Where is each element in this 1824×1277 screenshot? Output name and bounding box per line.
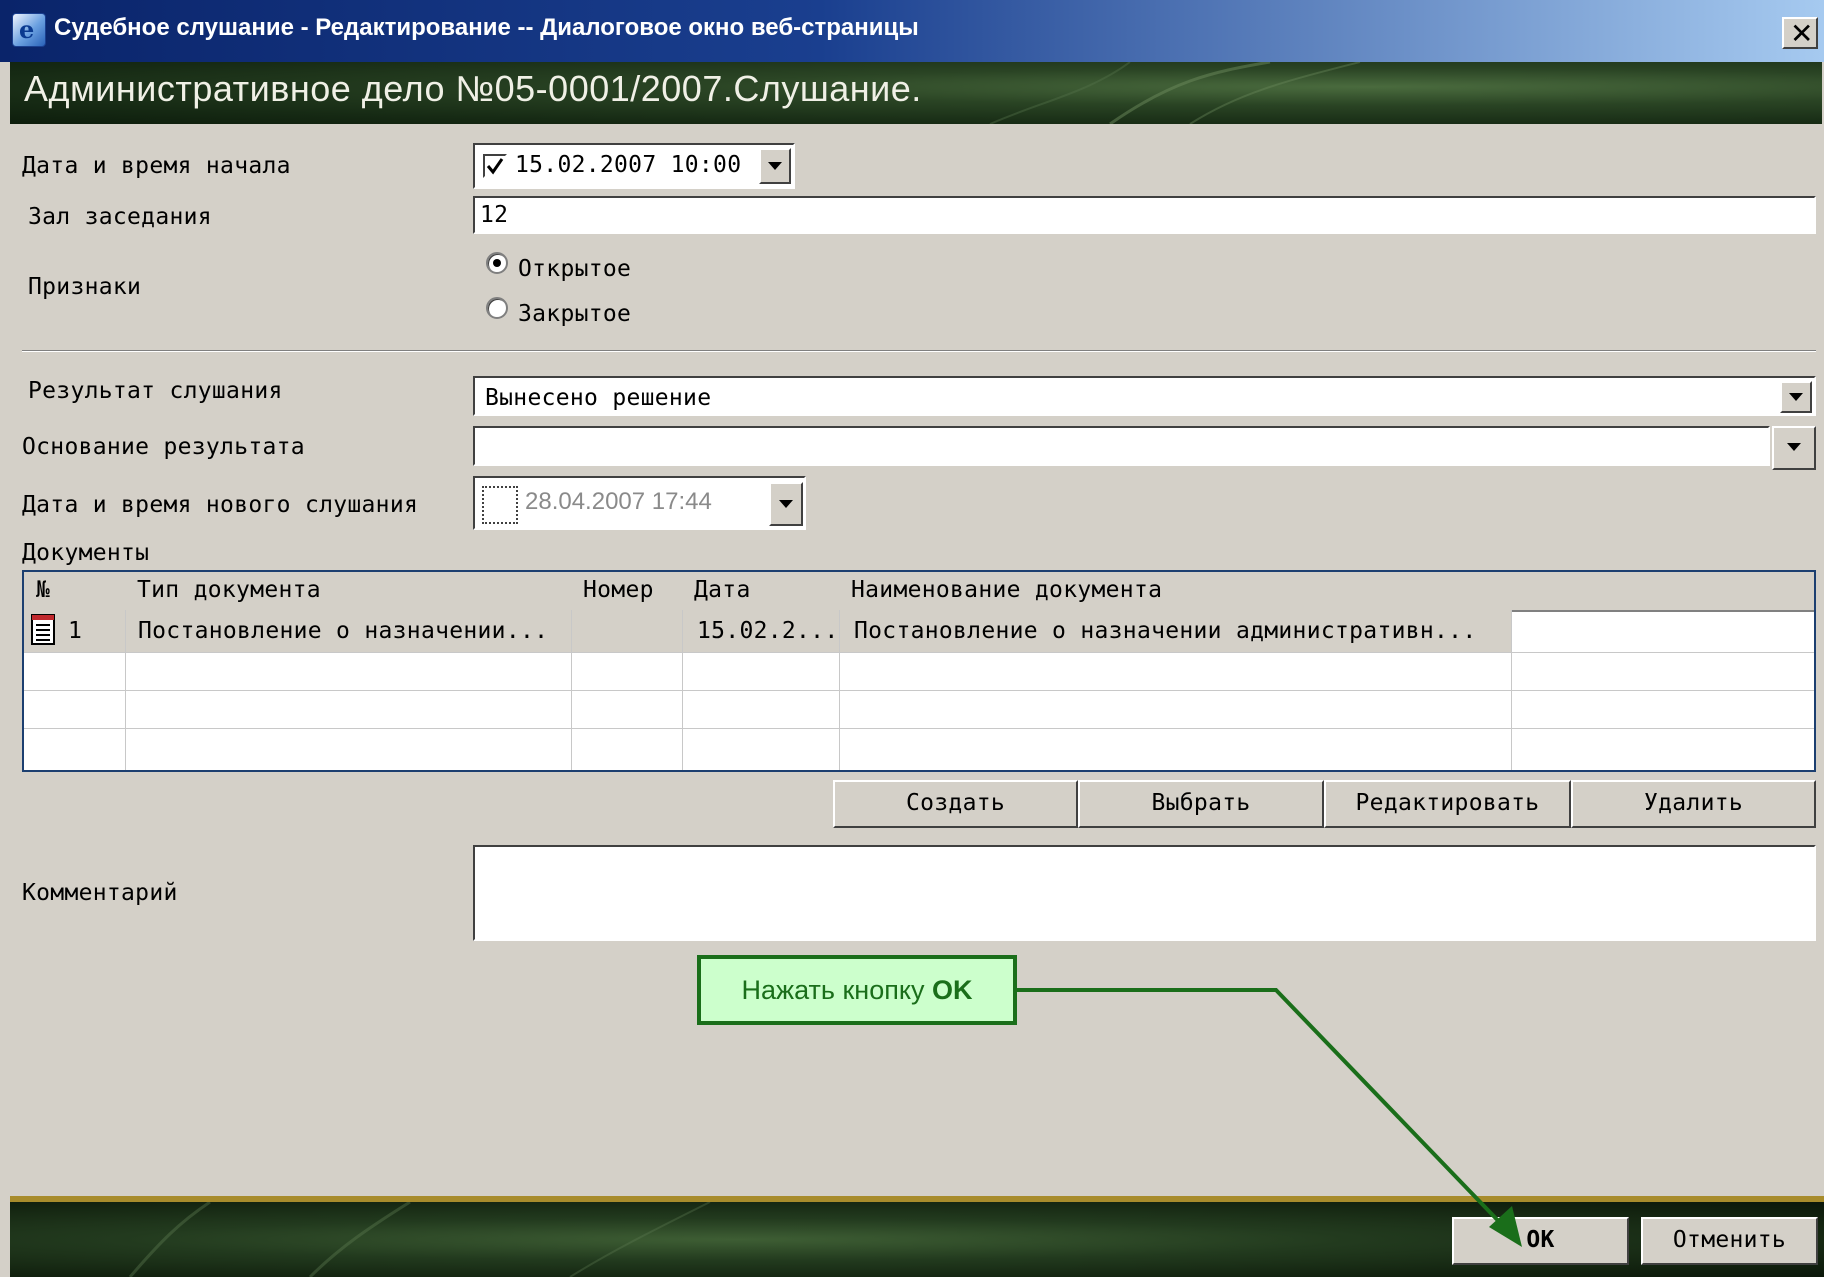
callout-text: Нажать кнопку OK (741, 975, 973, 1005)
callout-arrow (1017, 988, 1522, 1247)
instruction-callout: Нажать кнопку OK (697, 955, 1017, 1025)
